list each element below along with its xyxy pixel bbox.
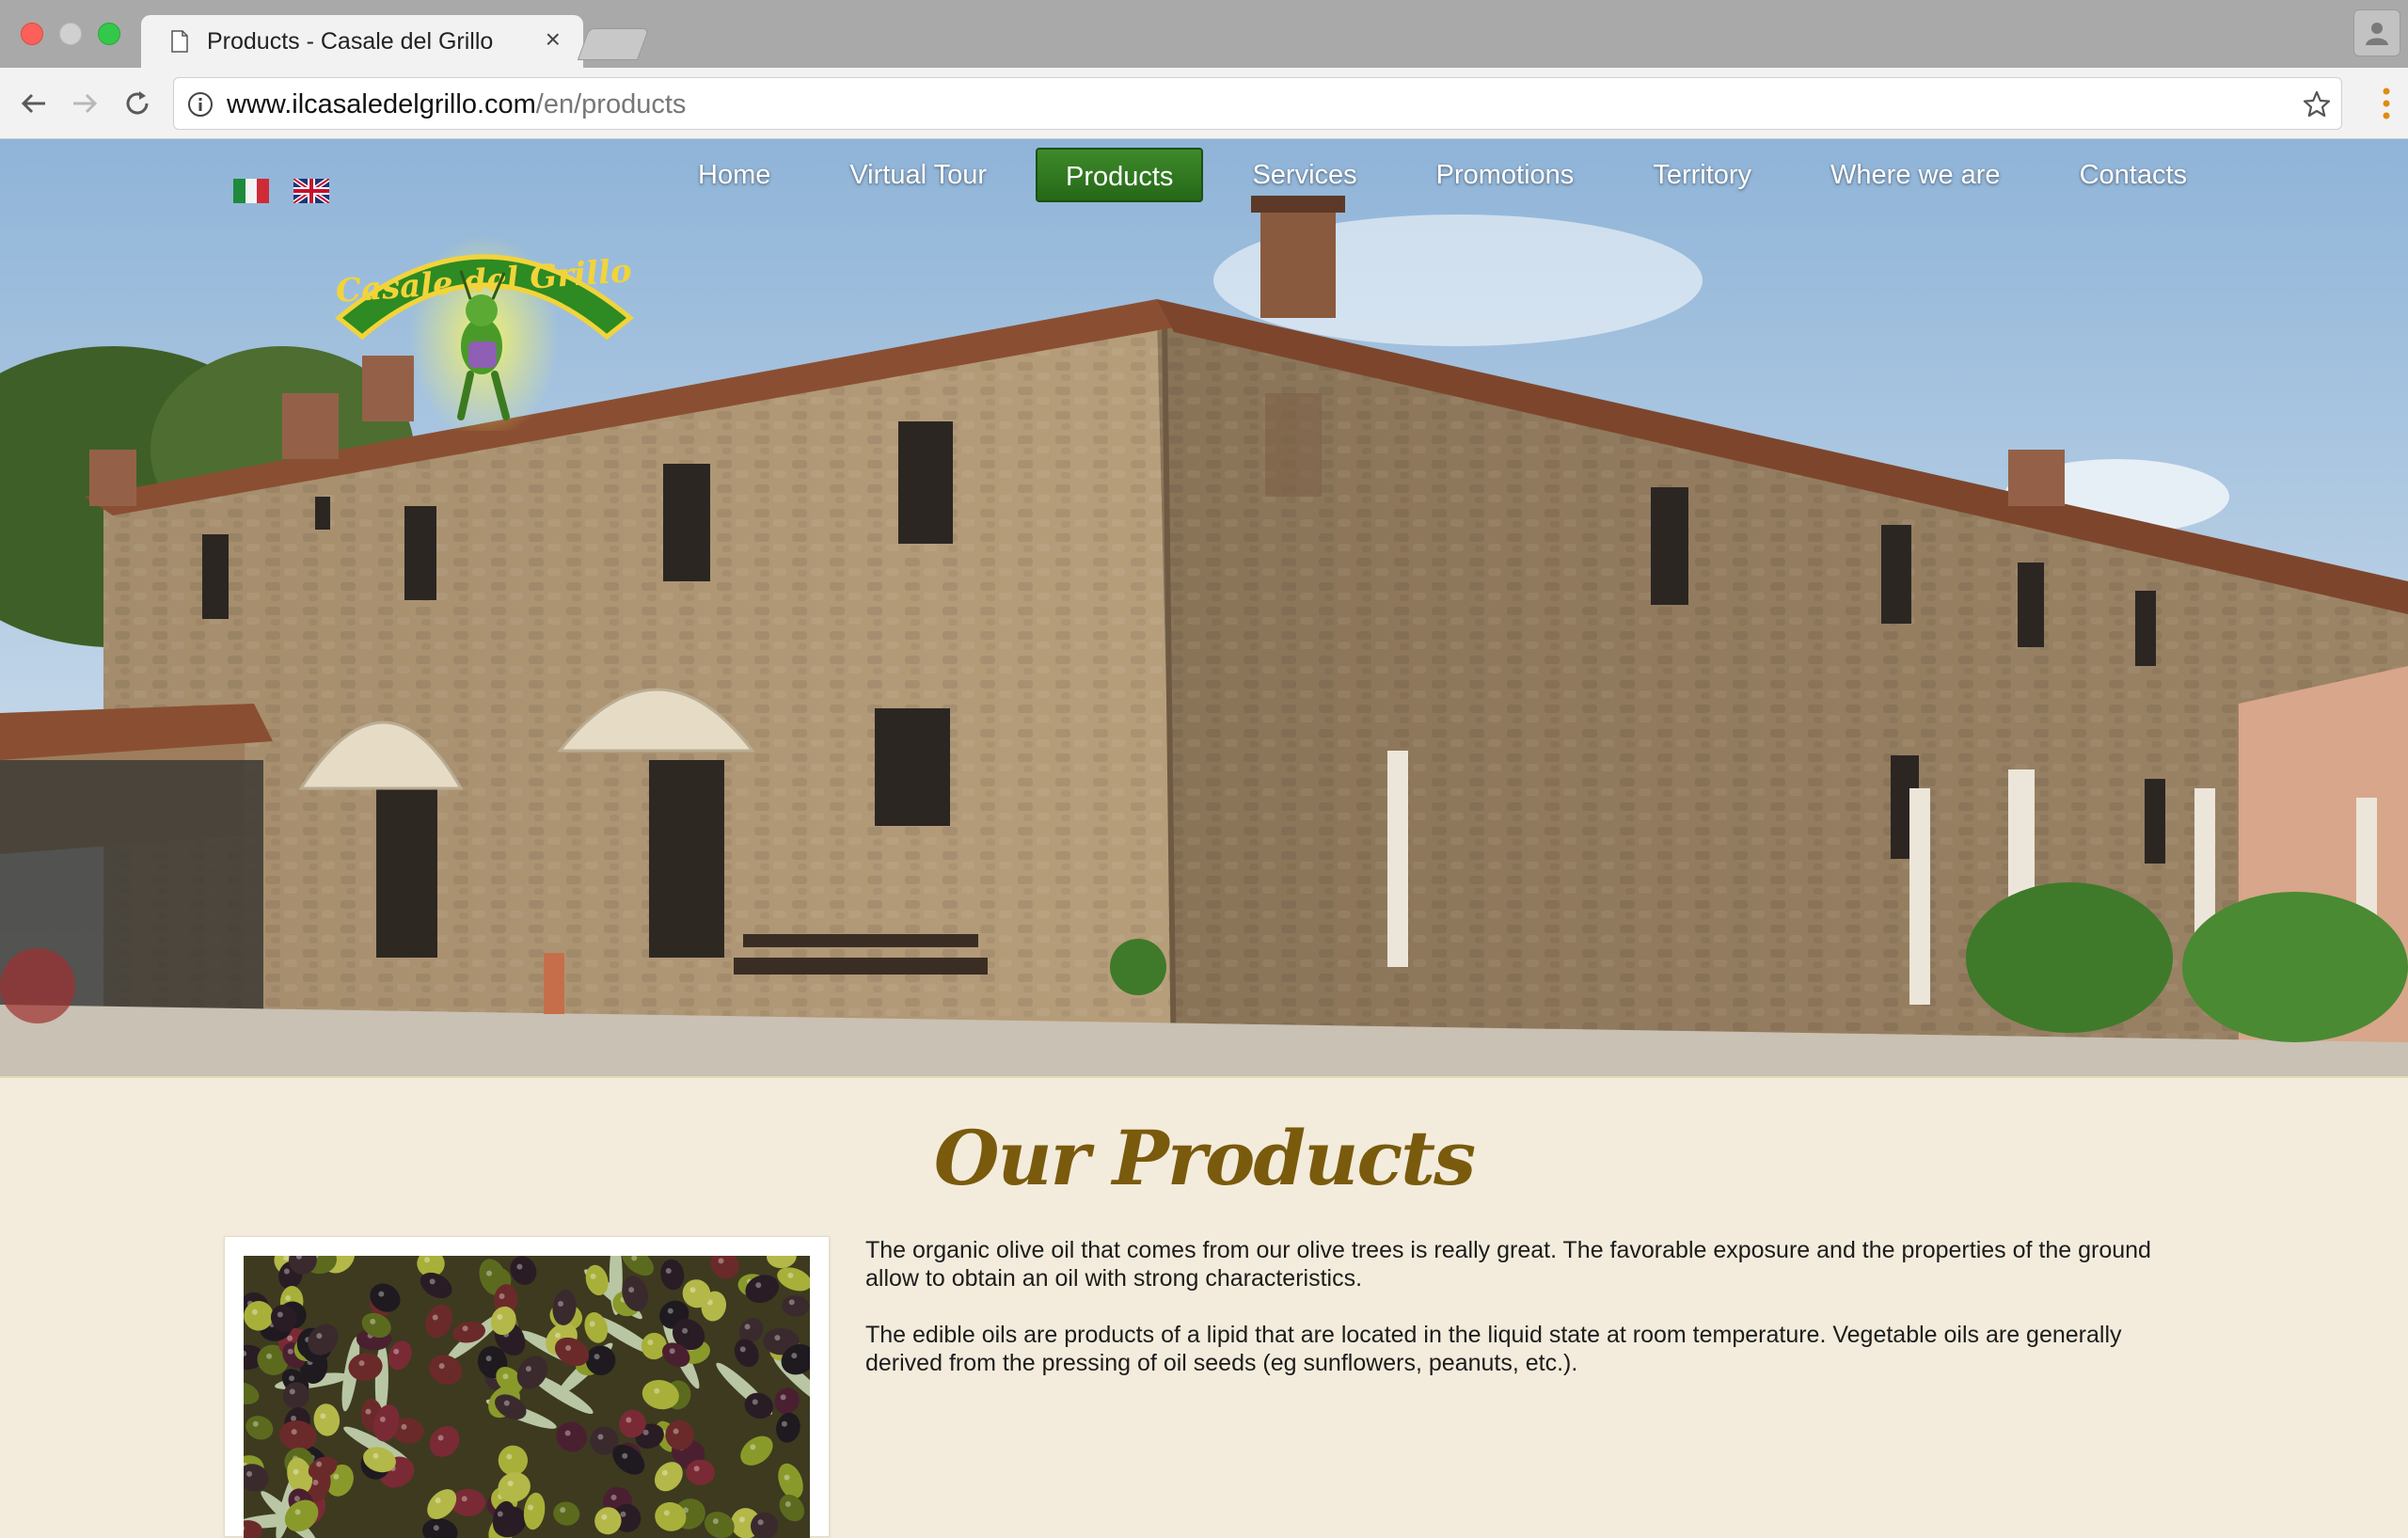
browser-tab-bar: Products - Casale del Grillo × [0,0,2408,68]
document-icon [171,30,188,53]
tab-close-icon[interactable]: × [546,24,561,54]
url-host: www.ilcasaledelgrillo.com [227,89,536,119]
reload-icon[interactable] [120,87,154,120]
nav-promotions[interactable]: Promotions [1397,148,1614,202]
nav-services[interactable]: Services [1212,148,1396,202]
olives-photo [244,1256,810,1538]
description-paragraph-1: The organic olive oil that comes from ou… [865,1237,2151,1292]
main-navigation: Home Virtual Tour Products Services Prom… [658,147,2226,203]
tab-title: Products - Casale del Grillo [207,28,494,55]
nav-contacts[interactable]: Contacts [2040,148,2226,202]
nav-territory[interactable]: Territory [1613,148,1791,202]
web-page: Casale del Grillo Home Virtual Tour Prod… [0,139,2408,1538]
product-description: The organic olive oil that comes from ou… [865,1236,2154,1405]
product-photo-frame [224,1236,830,1538]
forward-arrow-icon[interactable] [68,87,102,120]
nav-home[interactable]: Home [658,148,810,202]
browser-tab[interactable]: Products - Casale del Grillo × [141,15,583,68]
address-bar[interactable]: www.ilcasaledelgrillo.com/en/products [173,77,2342,130]
bookmark-star-icon[interactable] [2302,89,2332,119]
browser-toolbar: www.ilcasaledelgrillo.com/en/products [0,68,2408,139]
window-minimize-button[interactable] [59,23,82,45]
nav-where-we-are[interactable]: Where we are [1791,148,2040,202]
page-title: Our Products [933,1114,1476,1202]
back-arrow-icon[interactable] [17,87,51,120]
info-icon[interactable] [187,91,214,118]
language-switcher [233,179,329,203]
description-paragraph-2: The edible oils are products of a lipid … [865,1322,2122,1376]
nav-products[interactable]: Products [1035,148,1204,202]
new-tab-button[interactable] [577,28,650,60]
window-close-button[interactable] [21,23,43,45]
nav-virtual-tour[interactable]: Virtual Tour [810,148,1026,202]
italian-flag-icon[interactable] [233,179,269,203]
window-maximize-button[interactable] [98,23,120,45]
hero-image: Casale del Grillo Home Virtual Tour Prod… [0,139,2408,1076]
casale-del-grillo-logo[interactable]: Casale del Grillo [329,205,640,431]
english-flag-icon[interactable] [293,179,329,203]
profile-icon[interactable] [2353,9,2400,56]
main-content: Our Products The organic olive oil that … [0,1076,2408,1538]
url-text: www.ilcasaledelgrillo.com/en/products [227,89,686,120]
url-path: /en/products [535,89,687,119]
browser-menu-icon[interactable] [2382,87,2391,120]
